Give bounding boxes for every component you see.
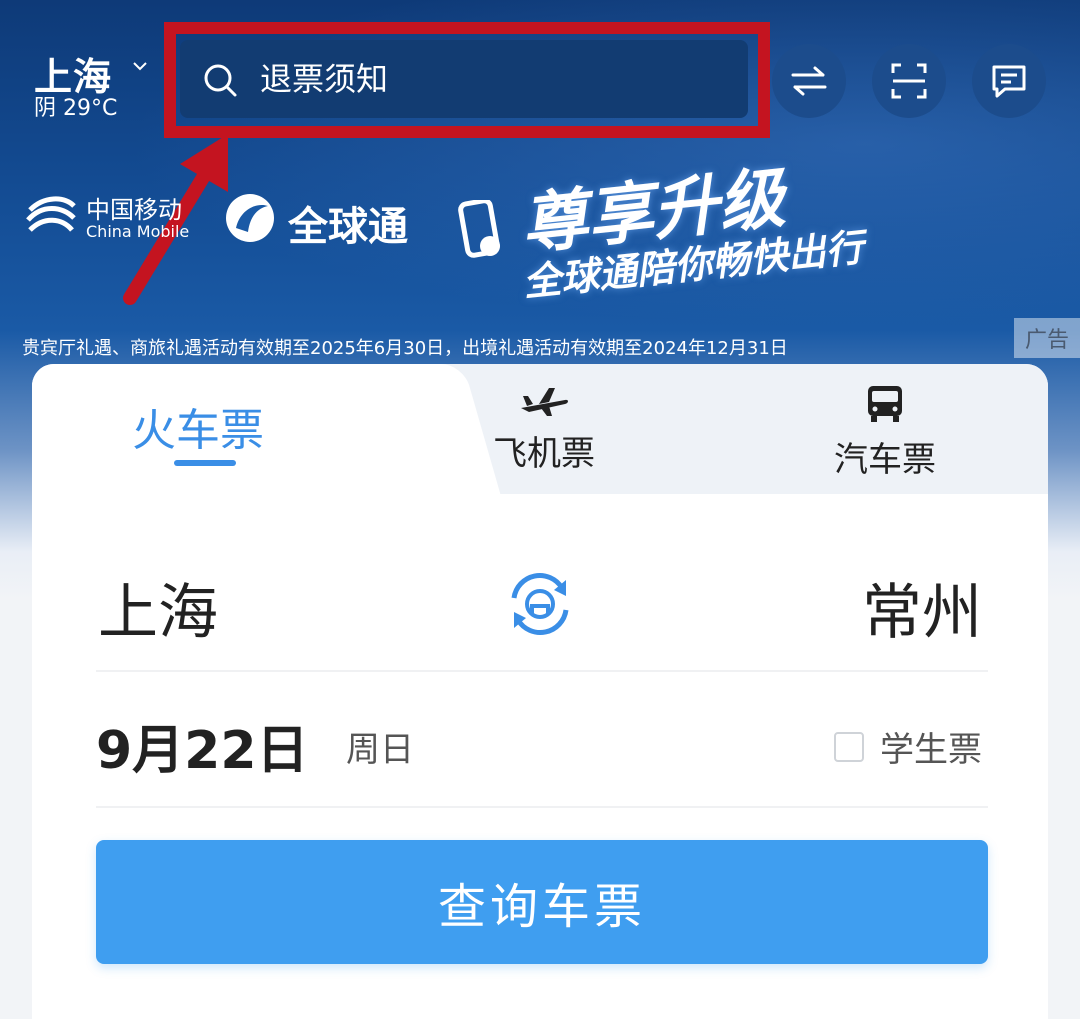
china-mobile-logo-icon	[26, 196, 76, 232]
tab-flight-label: 飞机票	[493, 434, 595, 474]
switch-button[interactable]	[772, 44, 846, 118]
tab-bus-label: 汽车票	[834, 440, 936, 480]
weather-text: 阴 29°C	[34, 96, 118, 121]
arrival-city[interactable]: 常州	[862, 564, 982, 651]
bus-icon	[868, 386, 902, 422]
airplane-icon	[521, 388, 568, 416]
scan-button[interactable]	[872, 44, 946, 118]
search-bar[interactable]: 退票须知	[180, 40, 748, 118]
tab-flight[interactable]: 飞机票	[486, 384, 602, 475]
tab-train[interactable]: 火车票	[132, 394, 264, 458]
departure-weekday: 周日	[346, 730, 414, 770]
student-ticket-checkbox[interactable]	[834, 731, 864, 762]
china-mobile-cn: 中国移动	[86, 196, 182, 224]
scan-icon	[891, 63, 927, 99]
search-tickets-button[interactable]: 查询车票	[96, 840, 988, 964]
departure-date[interactable]: 9月22日	[96, 708, 309, 783]
divider	[96, 670, 988, 672]
departure-city[interactable]: 上海	[98, 564, 218, 651]
ad-badge: 广告	[1014, 318, 1080, 358]
student-ticket-label: 学生票	[880, 730, 982, 770]
divider	[96, 806, 988, 808]
swap-stations-icon[interactable]	[504, 568, 576, 640]
tab-bus[interactable]: 汽车票	[832, 384, 938, 481]
phone-icon	[458, 200, 500, 258]
booking-card: 火车票 飞机票 汽车票 上海 常州 9月22日 周日 学生票 查询车票	[32, 364, 1048, 1019]
china-mobile-en: China Mobile	[86, 222, 190, 241]
china-mobile-logo: 中国移动 China Mobile	[24, 190, 189, 248]
search-input[interactable]: 退票须知	[260, 60, 388, 98]
chevron-down-icon[interactable]	[132, 58, 148, 74]
search-icon	[204, 64, 237, 97]
swap-arrows-icon	[791, 66, 827, 96]
message-icon	[992, 65, 1026, 98]
student-ticket-toggle[interactable]: 学生票	[834, 722, 982, 771]
brand-mark-icon	[226, 194, 274, 242]
message-button[interactable]	[972, 44, 1046, 118]
brand-name: 全球通	[288, 204, 408, 250]
ad-disclaimer: 贵宾厅礼遇、商旅礼遇活动有效期至2025年6月30日，出境礼遇活动有效期至202…	[22, 338, 788, 359]
tab-active-indicator	[174, 460, 236, 466]
